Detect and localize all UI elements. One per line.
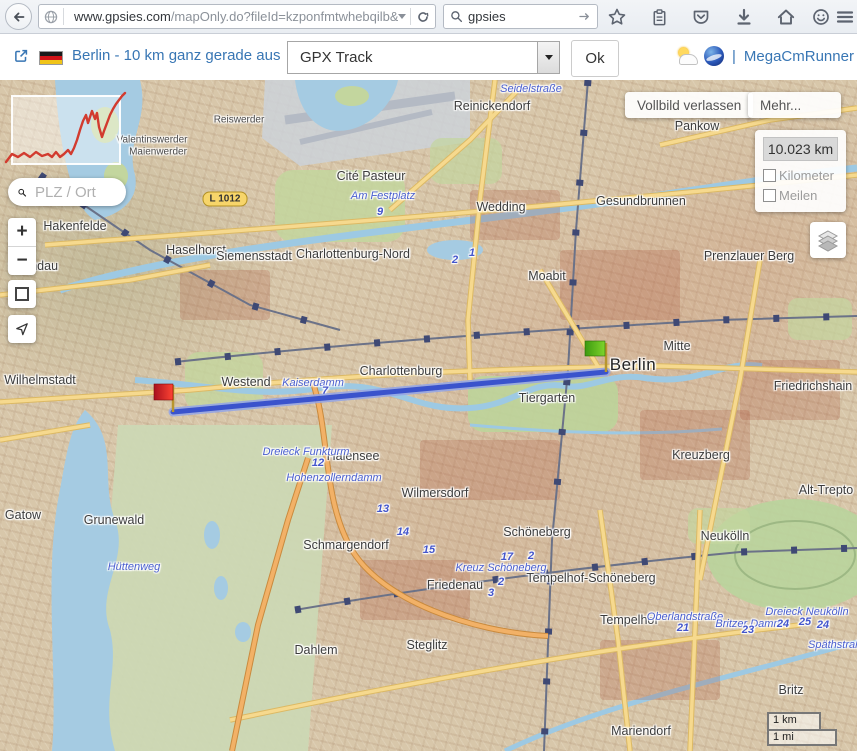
kilometer-checkbox[interactable]: [763, 169, 776, 182]
scale-control: 1 km 1 mi: [767, 712, 837, 746]
username-link[interactable]: MegaCmRunner: [744, 48, 854, 65]
fullscreen-button[interactable]: [8, 280, 36, 308]
map[interactable]: HakenfeldeSpandauHaselhorstSiemensstadtC…: [0, 80, 857, 751]
back-button[interactable]: [5, 3, 32, 30]
reload-icon[interactable]: [415, 9, 431, 25]
layers-button[interactable]: [810, 222, 846, 258]
distance-panel: 10.023 km Kilometer Meilen: [755, 130, 846, 212]
open-external-button[interactable]: [12, 47, 30, 70]
distance-value: 10.023 km: [763, 137, 838, 161]
search-icon: [17, 185, 27, 200]
track-title-link[interactable]: Berlin - 10 km ganz gerade aus: [72, 47, 280, 64]
bookmarks-icon: [650, 8, 669, 27]
hello-button[interactable]: [810, 6, 832, 28]
search-bar[interactable]: gpsies: [443, 4, 598, 29]
browser-toolbar: www.gpsies.com/mapOnly.do?fileId=kzponfm…: [0, 0, 857, 34]
format-select[interactable]: GPX Track: [287, 41, 560, 74]
scale-mi: 1 mi: [767, 729, 837, 746]
plz-ort-input[interactable]: [33, 183, 117, 202]
back-icon: [10, 8, 28, 26]
home-icon: [776, 7, 796, 27]
layers-icon: [816, 228, 840, 252]
scale-km: 1 km: [767, 712, 821, 729]
bookmark-star-button[interactable]: [606, 6, 628, 28]
bookmarks-menu-button[interactable]: [648, 6, 670, 28]
go-arrow-icon[interactable]: [577, 9, 592, 24]
more-button[interactable]: Mehr...: [748, 92, 841, 118]
browser-window: www.gpsies.com/mapOnly.do?fileId=kzponfm…: [0, 0, 857, 751]
unit-row-kilometer[interactable]: Kilometer: [763, 168, 838, 183]
format-select-value: GPX Track: [288, 49, 537, 66]
gpsies-toolbar: Berlin - 10 km ganz gerade aus GPX Track…: [0, 34, 857, 80]
star-icon: [607, 7, 627, 27]
divider: [410, 8, 411, 25]
url-text[interactable]: www.gpsies.com/mapOnly.do?fileId=kzponfm…: [74, 9, 398, 24]
url-dropdown-icon[interactable]: [398, 14, 406, 19]
external-link-icon: [12, 47, 30, 65]
search-input[interactable]: gpsies: [468, 9, 577, 24]
menu-icon: [835, 7, 855, 27]
download-icon: [734, 7, 754, 27]
downloads-button[interactable]: [733, 6, 755, 28]
meilen-checkbox[interactable]: [763, 189, 776, 202]
locate-button[interactable]: [8, 315, 36, 343]
divider: |: [732, 48, 736, 65]
site-globe-icon: [43, 9, 59, 25]
map-search-box[interactable]: [8, 178, 126, 206]
select-dropdown-button[interactable]: [537, 42, 559, 73]
meilen-label: Meilen: [779, 188, 817, 203]
divider: [63, 8, 64, 25]
zoom-in-button[interactable]: +: [8, 218, 36, 246]
ok-button[interactable]: Ok: [571, 40, 619, 77]
pocket-icon: [691, 7, 711, 27]
zoom-out-button[interactable]: −: [8, 247, 36, 275]
unit-row-meilen[interactable]: Meilen: [763, 188, 838, 203]
menu-button[interactable]: [834, 6, 856, 28]
navigation-arrow-icon: [14, 321, 30, 337]
zoom-control: + −: [8, 218, 36, 275]
home-button[interactable]: [775, 6, 797, 28]
kilometer-label: Kilometer: [779, 168, 834, 183]
exit-fullscreen-button[interactable]: Vollbild verlassen: [625, 92, 753, 118]
google-earth-icon[interactable]: [704, 46, 724, 66]
pocket-button[interactable]: [690, 6, 712, 28]
search-icon: [449, 9, 464, 24]
map-tiles: [0, 80, 857, 751]
fullscreen-icon: [15, 287, 29, 301]
url-bar[interactable]: www.gpsies.com/mapOnly.do?fileId=kzponfm…: [38, 4, 436, 29]
hello-smiley-icon: [811, 7, 831, 27]
german-flag-icon: [39, 51, 63, 65]
weather-icon[interactable]: [676, 46, 698, 66]
chevron-down-icon: [545, 55, 553, 60]
